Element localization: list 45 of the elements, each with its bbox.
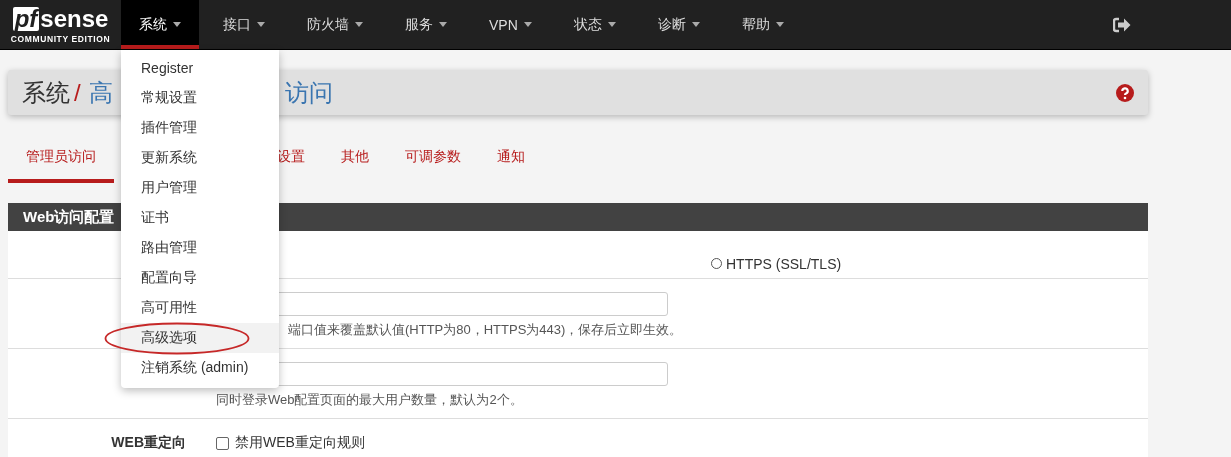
caret-icon: [257, 22, 265, 27]
nav-menu[interactable]: 帮助: [723, 0, 802, 49]
caret-icon: [355, 22, 363, 27]
menu-item[interactable]: 高级选项: [121, 323, 279, 353]
menu-item[interactable]: 更新系统: [121, 143, 279, 173]
menu-item[interactable]: 路由管理: [121, 233, 279, 263]
menu-item[interactable]: 注销系统 (admin): [121, 353, 279, 383]
tab[interactable]: 管理员访问: [8, 135, 114, 183]
checkbox-label: 禁用WEB重定向规则: [235, 434, 365, 452]
caret-icon: [691, 22, 700, 27]
logo[interactable]: pfsense COMMUNITY EDITION: [0, 0, 121, 49]
caret-icon: [607, 22, 616, 27]
caret-icon: [775, 22, 784, 27]
menu-item[interactable]: 证书: [121, 203, 279, 233]
checkbox[interactable]: [216, 436, 229, 450]
nav-menu[interactable]: 状态: [555, 0, 634, 49]
help-text: 端口值来覆盖默认值(HTTP为80，HTTPS为443)，保存后立即生效。: [287, 322, 684, 338]
menu-item[interactable]: 配置向导: [121, 263, 279, 293]
logout-icon[interactable]: [1113, 16, 1131, 33]
breadcrumb-root[interactable]: 系统: [22, 76, 70, 109]
tab[interactable]: 可调参数: [387, 135, 479, 183]
breadcrumb-current: 访问: [284, 77, 333, 108]
menu-item[interactable]: 插件管理: [121, 113, 279, 143]
menu-item[interactable]: Register: [121, 53, 279, 83]
menu-item[interactable]: 高可用性: [121, 293, 279, 323]
help-text: 同时登录Web配置页面的最大用户数量，默认为2个。: [216, 392, 524, 408]
nav-menu[interactable]: VPN: [471, 0, 550, 49]
menu-item[interactable]: 常规设置: [121, 83, 279, 113]
panel-title: Web访问配置: [23, 207, 115, 227]
nav-menu[interactable]: 服务: [387, 0, 465, 49]
field-label: WEB重定向: [111, 434, 186, 450]
caret-icon: [439, 22, 447, 27]
nav-menu[interactable]: 接口: [205, 0, 283, 49]
help-icon[interactable]: [1116, 83, 1134, 102]
nav-menu[interactable]: 防火墙: [289, 0, 381, 49]
breadcrumb-separator: /: [74, 78, 81, 107]
tab[interactable]: 通知: [479, 135, 543, 183]
caret-icon: [173, 22, 181, 27]
caret-icon: [523, 22, 532, 27]
nav-menu[interactable]: 诊断: [639, 0, 718, 49]
tab[interactable]: 其他: [323, 135, 387, 183]
breadcrumb-current: 高: [88, 77, 113, 108]
nav-menu[interactable]: 系统: [121, 0, 199, 49]
menu-item[interactable]: 用户管理: [121, 173, 279, 203]
radio-label: HTTPS (SSL/TLS): [726, 255, 842, 272]
